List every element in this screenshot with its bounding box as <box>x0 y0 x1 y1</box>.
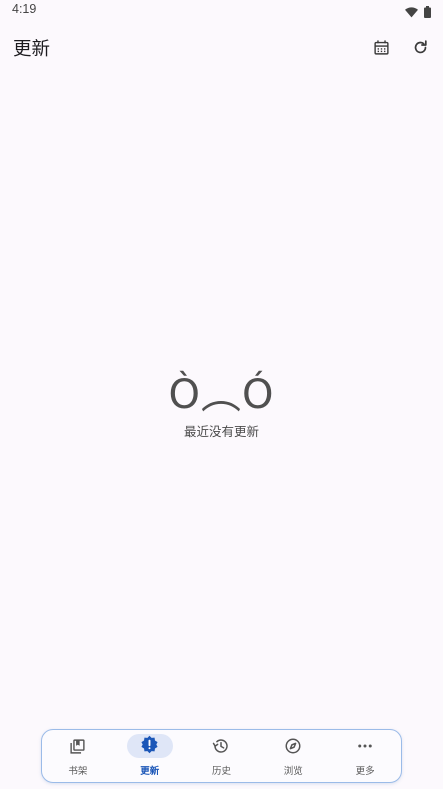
more-horiz-icon <box>342 734 388 758</box>
nav-item-browse[interactable]: 浏览 <box>257 730 329 782</box>
nav-item-library[interactable]: 书架 <box>42 730 114 782</box>
nav-label: 书架 <box>68 766 88 777</box>
page-title: 更新 <box>13 39 51 60</box>
top-app-bar: 更新 <box>0 28 443 68</box>
refresh-icon[interactable] <box>408 35 432 59</box>
nav-item-more[interactable]: 更多 <box>329 730 401 782</box>
nav-item-history[interactable]: 历史 <box>186 730 258 782</box>
wifi-icon <box>405 3 418 22</box>
nav-item-updates[interactable]: 更新 <box>114 730 186 782</box>
status-icons <box>405 3 431 22</box>
compass-icon <box>270 734 316 758</box>
battery-icon <box>424 3 431 22</box>
status-bar: 4:19 <box>0 0 443 22</box>
empty-state-face: Ò︵Ó <box>168 372 275 418</box>
nav-label: 更新 <box>140 766 160 777</box>
nav-label: 更多 <box>355 766 375 777</box>
nav-icon-pill <box>126 734 173 758</box>
calendar-icon[interactable] <box>369 35 393 59</box>
nav-label: 浏览 <box>283 766 303 777</box>
empty-state-message: 最近没有更新 <box>183 424 259 439</box>
nav-label: 历史 <box>211 766 231 777</box>
bottom-navigation: 书架 更新 历史 浏览 更多 <box>41 729 402 783</box>
library-icon <box>55 734 101 758</box>
new-releases-icon <box>140 735 159 758</box>
status-time: 4:19 <box>12 2 37 16</box>
history-icon <box>198 734 244 758</box>
